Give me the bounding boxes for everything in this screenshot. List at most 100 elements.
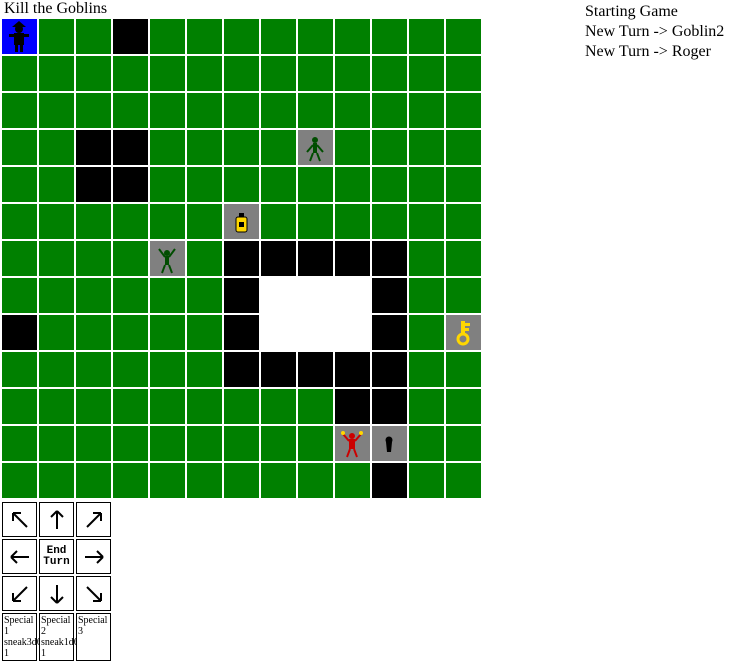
grid-cell[interactable] (187, 167, 222, 202)
grid-cell[interactable] (372, 167, 407, 202)
grid-cell[interactable] (2, 93, 37, 128)
grid-cell[interactable] (150, 130, 185, 165)
grid-cell[interactable] (335, 389, 370, 424)
grid-cell[interactable] (187, 204, 222, 239)
grid-cell[interactable] (39, 241, 74, 276)
grid-cell[interactable] (335, 278, 370, 313)
grid-cell[interactable] (409, 463, 444, 498)
grid-cell[interactable] (446, 278, 481, 313)
grid-cell[interactable] (224, 204, 259, 239)
special-button-2[interactable]: Special 2sneak1d61 (39, 613, 74, 661)
grid-cell[interactable] (113, 426, 148, 461)
move-e-button[interactable] (76, 539, 111, 574)
move-se-button[interactable] (76, 576, 111, 611)
grid-cell[interactable] (76, 19, 111, 54)
grid-cell[interactable] (113, 352, 148, 387)
grid-cell[interactable] (261, 93, 296, 128)
grid-cell[interactable] (150, 463, 185, 498)
grid-cell[interactable] (409, 19, 444, 54)
grid-cell[interactable] (76, 167, 111, 202)
grid-cell[interactable] (372, 130, 407, 165)
grid-cell[interactable] (224, 389, 259, 424)
grid-cell[interactable] (261, 352, 296, 387)
grid-cell[interactable] (372, 278, 407, 313)
grid-cell[interactable] (150, 204, 185, 239)
grid-cell[interactable] (446, 463, 481, 498)
grid-cell[interactable] (298, 56, 333, 91)
grid-cell[interactable] (224, 352, 259, 387)
grid-cell[interactable] (335, 130, 370, 165)
grid-cell[interactable] (113, 315, 148, 350)
grid-cell[interactable] (2, 389, 37, 424)
grid-cell[interactable] (150, 352, 185, 387)
grid-cell[interactable] (261, 130, 296, 165)
grid-cell[interactable] (187, 93, 222, 128)
grid-cell[interactable] (224, 315, 259, 350)
grid-cell[interactable] (2, 204, 37, 239)
grid-cell[interactable] (298, 315, 333, 350)
grid-cell[interactable] (224, 56, 259, 91)
move-s-button[interactable] (39, 576, 74, 611)
grid-cell[interactable] (150, 278, 185, 313)
grid-cell[interactable] (446, 352, 481, 387)
grid-cell[interactable] (187, 278, 222, 313)
grid-cell[interactable] (298, 278, 333, 313)
grid-cell[interactable] (2, 19, 37, 54)
grid-cell[interactable] (261, 315, 296, 350)
grid-cell[interactable] (187, 352, 222, 387)
grid-cell[interactable] (335, 93, 370, 128)
grid-cell[interactable] (335, 463, 370, 498)
end-turn-button[interactable]: End Turn (39, 539, 74, 574)
grid-cell[interactable] (224, 241, 259, 276)
grid-cell[interactable] (76, 241, 111, 276)
grid-cell[interactable] (76, 389, 111, 424)
grid-cell[interactable] (76, 463, 111, 498)
grid-cell[interactable] (335, 56, 370, 91)
grid-cell[interactable] (446, 93, 481, 128)
grid-cell[interactable] (113, 241, 148, 276)
special-button-3[interactable]: Special 3 (76, 613, 111, 661)
grid-cell[interactable] (261, 241, 296, 276)
grid-cell[interactable] (409, 426, 444, 461)
move-nw-button[interactable] (2, 502, 37, 537)
grid-cell[interactable] (261, 19, 296, 54)
grid-cell[interactable] (298, 389, 333, 424)
grid-cell[interactable] (113, 204, 148, 239)
grid-cell[interactable] (150, 426, 185, 461)
grid-cell[interactable] (446, 19, 481, 54)
grid-cell[interactable] (372, 315, 407, 350)
grid-cell[interactable] (261, 167, 296, 202)
grid-cell[interactable] (261, 278, 296, 313)
grid-cell[interactable] (113, 278, 148, 313)
grid-cell[interactable] (2, 241, 37, 276)
grid-cell[interactable] (76, 352, 111, 387)
grid-cell[interactable] (409, 167, 444, 202)
grid-cell[interactable] (298, 167, 333, 202)
grid-cell[interactable] (446, 426, 481, 461)
grid-cell[interactable] (372, 56, 407, 91)
grid-cell[interactable] (298, 130, 333, 165)
grid-cell[interactable] (446, 56, 481, 91)
grid-cell[interactable] (372, 463, 407, 498)
grid-cell[interactable] (39, 463, 74, 498)
grid-cell[interactable] (409, 315, 444, 350)
grid-cell[interactable] (39, 204, 74, 239)
grid-cell[interactable] (187, 389, 222, 424)
grid-cell[interactable] (39, 426, 74, 461)
grid-cell[interactable] (335, 19, 370, 54)
grid-cell[interactable] (261, 389, 296, 424)
grid-cell[interactable] (187, 56, 222, 91)
grid-cell[interactable] (187, 463, 222, 498)
grid-cell[interactable] (446, 315, 481, 350)
grid-cell[interactable] (113, 167, 148, 202)
grid-cell[interactable] (76, 204, 111, 239)
move-ne-button[interactable] (76, 502, 111, 537)
grid-cell[interactable] (409, 204, 444, 239)
grid-cell[interactable] (187, 19, 222, 54)
grid-cell[interactable] (2, 167, 37, 202)
grid-cell[interactable] (224, 167, 259, 202)
grid-cell[interactable] (298, 463, 333, 498)
grid-cell[interactable] (224, 463, 259, 498)
grid-cell[interactable] (335, 167, 370, 202)
grid-cell[interactable] (335, 241, 370, 276)
